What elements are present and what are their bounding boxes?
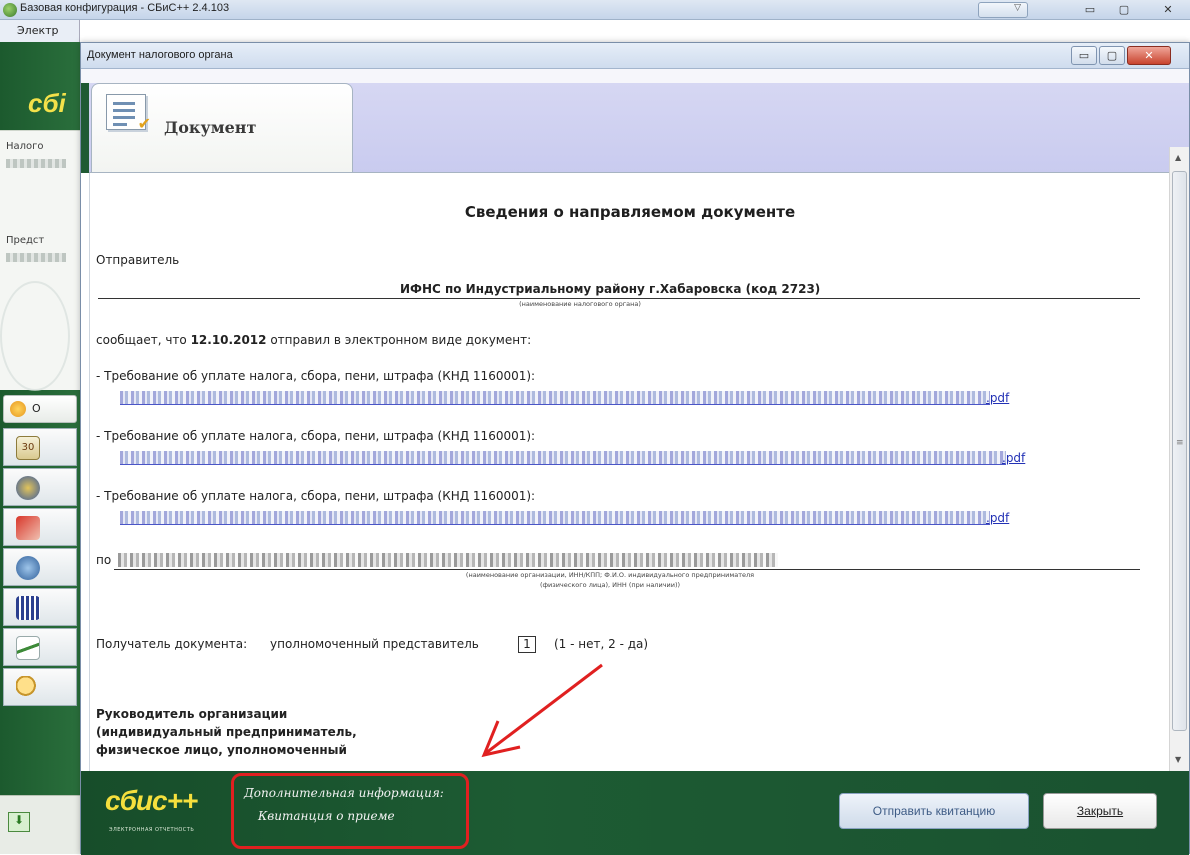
dialog-footer: сбис++ ЭЛЕКТРОННАЯ ОТЧЕТНОСТЬ Дополнител… — [81, 771, 1189, 855]
recipient-label: Получатель документа: — [96, 637, 248, 651]
panel-label-representative: Предст — [6, 235, 45, 246]
scroll-down-icon[interactable]: ▼ — [1175, 755, 1181, 764]
document-dialog: Документ налогового органа ▭ ▢ ✕ ✔ Докум… — [80, 42, 1190, 855]
dialog-close-button[interactable]: ✕ — [1127, 46, 1171, 65]
panel-blurred-text — [6, 253, 66, 262]
dialog-minimize-button[interactable]: ▭ — [1071, 46, 1097, 65]
tab-strip-edge — [81, 83, 89, 173]
message-date: 12.10.2012 — [190, 333, 267, 347]
document-item-label: - Требование об уплате налога, сбора, пе… — [96, 369, 536, 383]
dialog-title: Документ налогового органа — [87, 49, 233, 61]
document-file-ext[interactable]: .pdf — [986, 391, 1009, 405]
message-line: сообщает, что 12.10.2012 отправил в элек… — [96, 333, 532, 347]
annotation-arrow-shaft — [485, 663, 603, 755]
chart-trend-icon — [16, 636, 40, 660]
menu-item-electronic[interactable]: Электр — [17, 24, 59, 37]
document-file-ext[interactable]: .pdf — [1002, 451, 1025, 465]
document-item-label: - Требование об уплате налога, сбора, пе… — [96, 489, 536, 503]
recipient-value: уполномоченный представитель — [270, 637, 479, 651]
document-file-link[interactable] — [120, 391, 990, 405]
sidebar-tile-calendar[interactable]: 30 — [3, 428, 77, 466]
sidebar-tile-analytics[interactable] — [3, 628, 77, 666]
organization-prefix: по — [96, 553, 112, 567]
document-file-link[interactable] — [120, 451, 1006, 465]
tax-office-underline — [98, 298, 1140, 299]
recipient-code-field[interactable]: 1 — [518, 636, 536, 653]
dialog-titlebar: Документ налогового органа ▭ ▢ ✕ — [81, 43, 1189, 69]
maximize-icon[interactable]: ▢ — [1112, 2, 1136, 18]
sidebar-bottom-bar: ⬇ — [0, 795, 80, 854]
panel-label-tax: Налого — [6, 141, 44, 152]
additional-info-highlight: Дополнительная информация: Квитанция о п… — [231, 773, 469, 849]
minimize-icon[interactable]: ▭ — [1078, 2, 1102, 18]
app-titlebar: Базовая конфигурация - СБиС++ 2.4.103 ▽ … — [0, 0, 1190, 20]
close-icon[interactable]: ✕ — [1156, 2, 1180, 18]
document-content: Сведения о направляемом документе Отправ… — [89, 173, 1169, 771]
sidebar-tile-fss[interactable] — [3, 548, 77, 586]
panel-blurred-text — [6, 159, 66, 168]
app-menu: Электр — [0, 20, 80, 42]
additional-info-label: Дополнительная информация: — [244, 786, 444, 800]
sidebar-info-panel: Налого Предст — [0, 130, 80, 391]
tab-strip: ✔ Документ — [81, 69, 1189, 173]
sidebar-tile-fns[interactable] — [3, 468, 77, 506]
head-label-line2: (индивидуальный предприниматель, — [96, 725, 357, 739]
additional-info-link[interactable]: Квитанция о приеме — [258, 809, 395, 823]
fns-emblem-icon — [16, 476, 40, 500]
organization-underline — [114, 569, 1140, 570]
sbis-logo: сбис++ — [105, 785, 198, 816]
pension-fund-icon — [16, 516, 40, 540]
annotation-arrow — [481, 663, 603, 758]
social-fund-icon — [16, 556, 40, 580]
document-file-ext[interactable]: .pdf — [986, 511, 1009, 525]
annotation-arrow-head — [481, 720, 521, 758]
app-title: Базовая конфигурация - СБиС++ 2.4.103 — [20, 2, 230, 14]
scroll-up-icon[interactable]: ▲ — [1175, 153, 1181, 162]
document-item-label: - Требование об уплате налога, сбора, пе… — [96, 429, 536, 443]
sidebar-o-button[interactable]: О — [3, 395, 77, 423]
sbis-logo-tagline: ЭЛЕКТРОННАЯ ОТЧЕТНОСТЬ — [109, 827, 195, 833]
document-heading: Сведения о направляемом документе — [464, 203, 796, 221]
head-label-line3: физическое лицо, уполномоченный — [96, 743, 347, 757]
sidebar-tile-rosstat[interactable] — [3, 588, 77, 626]
download-icon[interactable]: ⬇ — [8, 812, 30, 832]
dialog-maximize-button[interactable]: ▢ — [1099, 46, 1125, 65]
head-label-line1: Руководитель организации — [96, 707, 288, 721]
tax-office-caption: (наименование налогового органа) — [519, 300, 641, 308]
scrollbar-thumb[interactable]: ≡ — [1172, 171, 1187, 731]
tab-document[interactable]: ✔ Документ — [91, 83, 353, 173]
sidebar-o-button-label: О — [32, 402, 41, 415]
organization-caption-line1: (наименование организации, ИНН/КПП; Ф.И.… — [465, 571, 755, 579]
calendar-icon: 30 — [16, 436, 40, 460]
document-checklist-icon: ✔ — [106, 94, 151, 133]
document-file-link[interactable] — [120, 511, 990, 525]
send-receipt-button[interactable]: Отправить квитанцию — [839, 793, 1029, 829]
refresh-icon — [10, 401, 26, 417]
grip-icon: ≡ — [1176, 438, 1184, 448]
tax-office-name: ИФНС по Индустриальному району г.Хабаров… — [400, 282, 821, 296]
tab-document-label: Документ — [164, 118, 257, 137]
close-button[interactable]: Закрыть — [1043, 793, 1157, 829]
sender-label: Отправитель — [96, 253, 180, 267]
rosstat-icon — [16, 596, 40, 620]
vertical-scrollbar[interactable]: ▲ ≡ ▼ — [1169, 147, 1189, 771]
organization-caption-line2: (физического лица), ИНН (при наличии)) — [539, 581, 681, 589]
organization-name-redacted — [118, 553, 778, 567]
sidebar-tile-pfr[interactable] — [3, 508, 77, 546]
sidebar-tile-search[interactable] — [3, 668, 77, 706]
sbis-logo: сбі — [28, 88, 66, 118]
app-icon — [3, 3, 17, 17]
decorative-swirl — [0, 281, 70, 391]
search-icon — [16, 676, 40, 700]
chevron-down-icon[interactable]: ▽ — [978, 2, 1028, 18]
recipient-hint: (1 - нет, 2 - да) — [554, 637, 649, 651]
